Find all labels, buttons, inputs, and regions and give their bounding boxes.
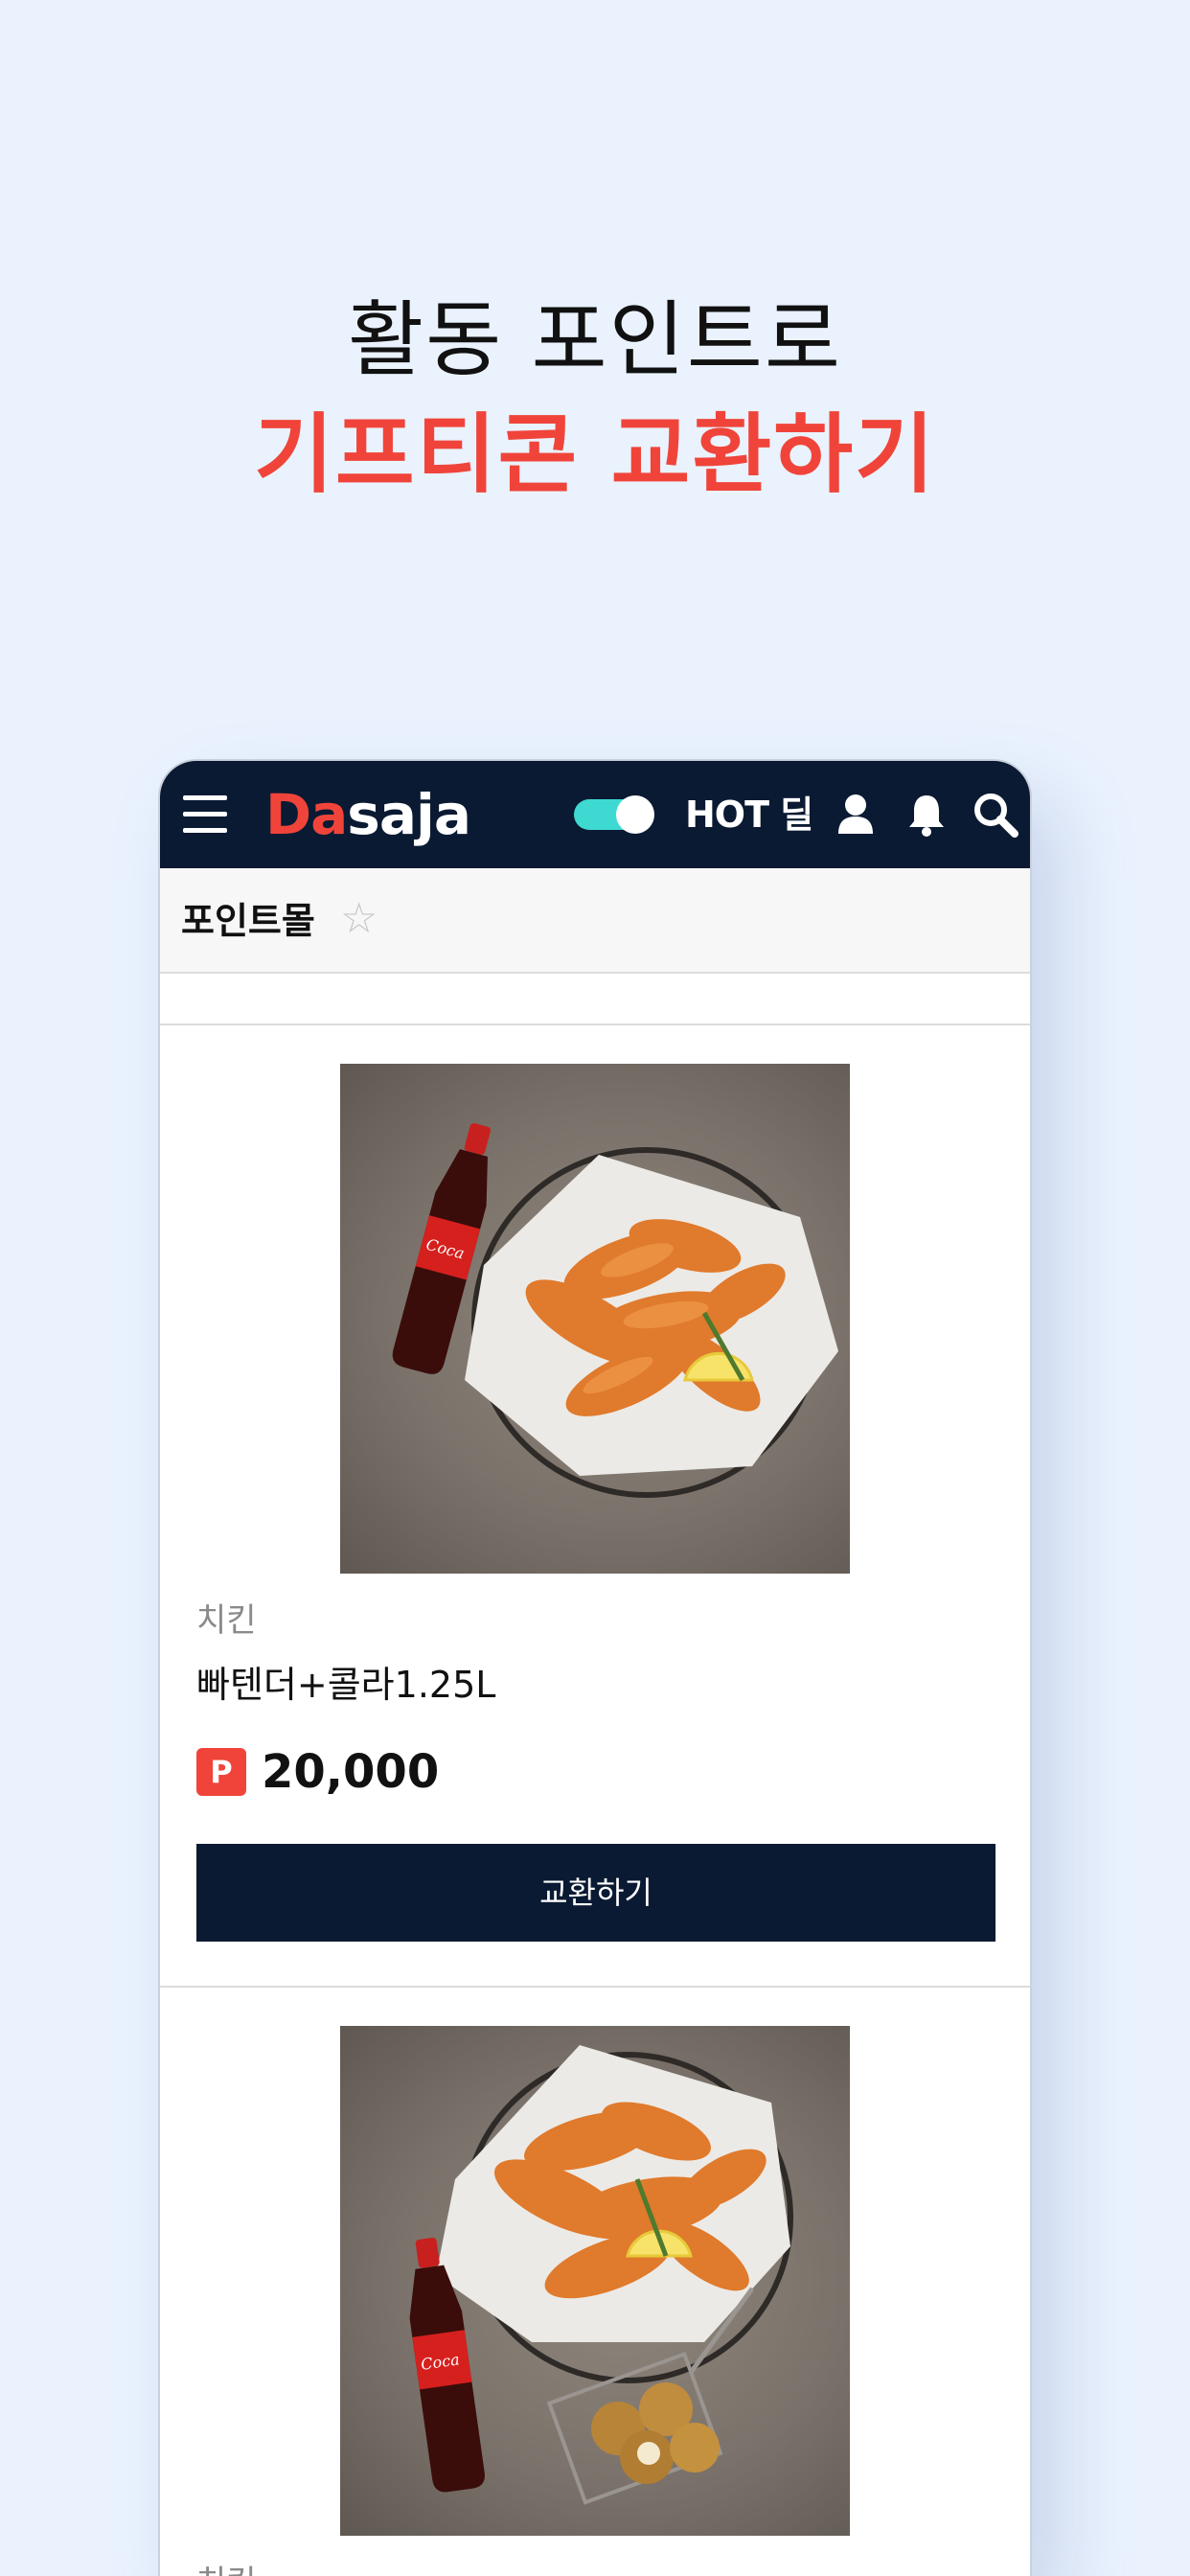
- headline-line-2: 기프티콘 교환하기: [254, 404, 936, 505]
- exchange-button[interactable]: 교환하기: [196, 1844, 995, 1942]
- hamburger-menu-icon[interactable]: [183, 795, 227, 834]
- product-card: Coca 치킨: [160, 1990, 1030, 2576]
- filter-bar-spacer: [160, 976, 1030, 1025]
- app-top-bar: Dasaja HOT 딜: [160, 761, 1030, 868]
- logo-mark: Da: [265, 782, 348, 847]
- user-icon[interactable]: [831, 790, 881, 840]
- product-category: 치킨: [196, 1601, 257, 1640]
- promo-headline: 활동 포인트로 기프티콘 교환하기: [0, 283, 1190, 513]
- product-card: Coca 치킨 빠텐더+콜라1.25L P 20,000 교환하기: [160, 1027, 1030, 1988]
- page-header: 포인트몰 ☆: [160, 868, 1030, 974]
- product-image[interactable]: Coca: [340, 2026, 850, 2536]
- price-value: 20,000: [262, 1745, 440, 1799]
- toggle-knob: [616, 795, 654, 834]
- logo-text: saja: [347, 782, 471, 847]
- headline-line-1: 활동 포인트로: [347, 292, 843, 388]
- page-title: 포인트몰: [181, 900, 315, 942]
- search-icon[interactable]: [971, 790, 1020, 840]
- point-icon: P: [196, 1748, 246, 1796]
- bell-icon[interactable]: [902, 790, 951, 840]
- mode-toggle[interactable]: [574, 795, 654, 834]
- dasaja-logo[interactable]: Dasaja: [265, 784, 505, 845]
- chicken-cola-cheeseball-photo: Coca: [409, 2045, 793, 2505]
- chicken-cola-photo: Coca: [392, 1123, 838, 1498]
- favorite-star-icon[interactable]: ☆: [340, 895, 378, 943]
- product-image[interactable]: Coca: [340, 1064, 850, 1574]
- phone-screen-mockup: Dasaja HOT 딜 포인트몰 ☆ Coca 치킨 빠텐더+콜라1.25L …: [158, 759, 1032, 2576]
- product-name[interactable]: 빠텐더+콜라1.25L: [196, 1660, 495, 1710]
- hot-deal-link[interactable]: HOT 딜: [685, 790, 813, 840]
- product-category: 치킨: [196, 2561, 257, 2576]
